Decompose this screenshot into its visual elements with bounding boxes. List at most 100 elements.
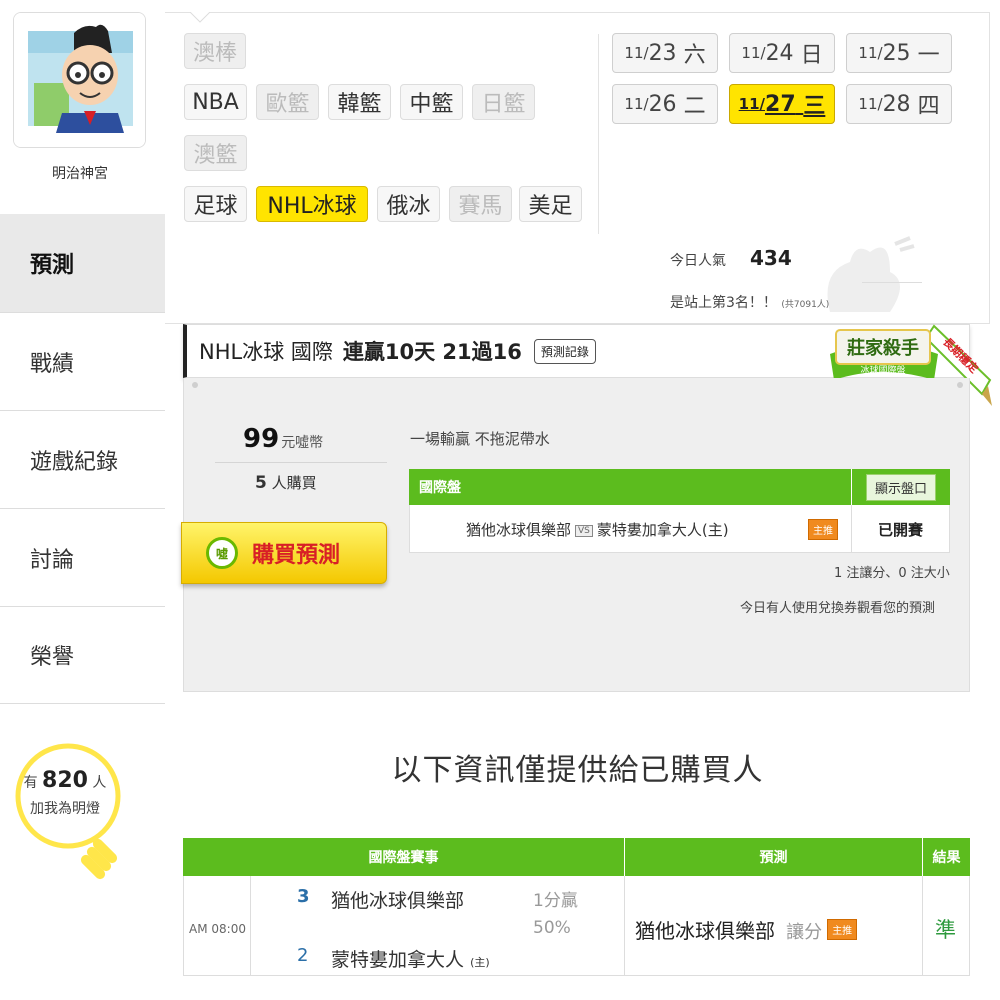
results-table: 國際盤賽事 預測 結果 AM 08:00 3 猶他冰球俱樂部 2 蒙特婁加拿大人… xyxy=(183,838,970,978)
match-status: 已開賽 xyxy=(878,521,924,539)
profile-name: 明治神宮 xyxy=(52,166,108,182)
sidebar-item-label: 預測 xyxy=(30,253,75,278)
date-weekday: 日 xyxy=(800,43,823,68)
date-month: 11/ xyxy=(741,44,766,62)
sport-soccer[interactable]: 足球 xyxy=(184,186,247,222)
date-month: 11/ xyxy=(858,95,883,113)
record-league: NHL冰球 國際 xyxy=(199,340,333,364)
sidebar-item-label: 榮譽 xyxy=(30,645,75,670)
date-1123[interactable]: 11/23 六 xyxy=(612,33,718,73)
price: 99 元噓幣 xyxy=(243,424,323,454)
date-1126[interactable]: 11/26 二 xyxy=(612,84,718,124)
panel-pointer-icon xyxy=(190,12,210,23)
buyers-label: 人購買 xyxy=(271,474,317,492)
intl-panel-title: 國際盤 xyxy=(419,480,461,496)
pin-right-icon xyxy=(957,382,963,388)
sidebar-item-discussion[interactable]: 討論 xyxy=(0,508,165,606)
boo-coin-icon: 噓 xyxy=(206,537,238,569)
price-divider xyxy=(215,462,387,463)
date-weekday: 三 xyxy=(803,94,826,119)
home-score: 2 xyxy=(297,945,309,966)
sidebar-item-predict[interactable]: 預測 xyxy=(0,214,165,312)
popularity-label: 今日人氣 xyxy=(670,253,726,269)
cell-divider xyxy=(624,876,625,976)
buy-prediction-label: 購買預測 xyxy=(252,543,341,568)
sport-jp-basketball: 日籃 xyxy=(472,84,535,120)
date-weekday: 六 xyxy=(683,43,706,68)
pick-team: 猶他冰球俱樂部 xyxy=(635,919,775,943)
results-header-result: 結果 xyxy=(923,838,970,876)
pin-left-icon xyxy=(192,382,198,388)
results-header-match: 國際盤賽事 xyxy=(183,838,624,876)
sport-cn-basketball[interactable]: 中籃 xyxy=(400,84,463,120)
home-team: 蒙特婁加拿大人(主) xyxy=(596,521,729,539)
rank-total: (共7091人) xyxy=(781,300,830,310)
cell-divider xyxy=(250,876,251,976)
date-day: 27 xyxy=(765,91,796,117)
prediction-slogan: 一場輸贏 不拖泥帶水 xyxy=(410,430,550,448)
handicap-percent: 50% xyxy=(533,918,571,938)
match-teams: 猶他冰球俱樂部 VS 蒙特婁加拿大人(主) xyxy=(466,519,729,540)
sidebar-item-honor[interactable]: 榮譽 xyxy=(0,606,165,704)
sport-american-football[interactable]: 美足 xyxy=(519,186,582,222)
intl-match-row: 猶他冰球俱樂部 VS 蒙特婁加拿大人(主) 主推 已開賽 xyxy=(409,505,950,553)
sport-eu-basketball: 歐籃 xyxy=(256,84,319,120)
date-1125[interactable]: 11/25 一 xyxy=(846,33,952,73)
popularity-divider xyxy=(862,282,922,283)
date-1127[interactable]: 11/27 三 xyxy=(729,84,835,124)
date-day: 23 xyxy=(648,40,677,66)
voucher-note: 今日有人使用兌換券觀看您的預測 xyxy=(740,601,936,616)
home-team: 蒙特婁加拿大人 xyxy=(331,949,465,971)
row-divider xyxy=(851,505,852,553)
home-team-cell: 蒙特婁加拿大人 (主) xyxy=(331,945,490,972)
buyers-number: 5 xyxy=(255,473,267,493)
main-pick-tag: 主推 xyxy=(808,519,838,540)
buy-prediction-button[interactable]: 噓 購買預測 xyxy=(181,522,387,584)
popularity-value: 434 xyxy=(750,246,792,270)
date-day: 26 xyxy=(648,91,677,117)
handicap-line: 1分贏 xyxy=(533,891,578,911)
price-unit: 元噓幣 xyxy=(281,435,324,451)
sidebar-item-label: 遊戲紀錄 xyxy=(30,449,119,475)
vs-badge: VS xyxy=(575,524,593,537)
result-mark: 準 xyxy=(935,918,956,942)
avatar-illustration xyxy=(14,13,145,147)
buyers-only-notice: 以下資訊僅提供給已購買人 xyxy=(391,753,764,788)
sport-russian-hockey[interactable]: 俄冰 xyxy=(377,186,440,222)
date-month: 11/ xyxy=(858,44,883,62)
show-odds-button[interactable]: 顯示盤口 xyxy=(851,469,950,505)
away-team: 猶他冰球俱樂部 xyxy=(466,521,572,539)
sport-kr-basketball[interactable]: 韓籃 xyxy=(328,84,391,120)
date-day: 24 xyxy=(765,40,794,66)
pick-cell: 猶他冰球俱樂部 讓分 主推 xyxy=(635,915,858,944)
date-day: 25 xyxy=(882,40,911,66)
date-1128[interactable]: 11/28 四 xyxy=(846,84,952,124)
sidebar-item-game-history[interactable]: 遊戲紀錄 xyxy=(0,410,165,508)
price-value: 99 xyxy=(243,424,280,454)
record-streak: 連贏10天 21過16 xyxy=(342,340,522,364)
date-month: 11/ xyxy=(738,95,766,113)
sidebar-item-label: 戰績 xyxy=(30,351,75,377)
sport-aus-basketball: 澳籃 xyxy=(184,135,247,171)
fans-caption: 加我為明燈 xyxy=(30,801,100,817)
sport-aus-baseball: 澳棒 xyxy=(184,33,246,69)
show-odds-label: 顯示盤口 xyxy=(865,473,936,501)
sport-nba[interactable]: NBA xyxy=(184,84,247,120)
pick-main-tag: 主推 xyxy=(827,919,858,940)
badge-main-text: 莊家殺手 xyxy=(847,337,919,359)
away-team: 猶他冰球俱樂部 xyxy=(331,890,465,912)
match-time: AM 08:00 xyxy=(189,922,246,936)
panel-divider xyxy=(598,34,599,234)
avatar[interactable] xyxy=(13,12,146,148)
sidebar-item-label: 討論 xyxy=(30,547,75,573)
sidebar: 明治神宮 預測 戰績 遊戲紀錄 討論 榮譽 有 820 人 加我為明燈 xyxy=(0,0,165,1000)
rank-text: 是站上第3名！！ xyxy=(670,295,777,311)
date-month: 11/ xyxy=(624,44,649,62)
sidebar-item-record[interactable]: 戰績 xyxy=(0,312,165,410)
buyers-count: 5 人購買 xyxy=(255,472,317,493)
date-weekday: 四 xyxy=(917,94,940,119)
date-1124[interactable]: 11/24 日 xyxy=(729,33,835,73)
sport-nhl-hockey[interactable]: NHL冰球 xyxy=(256,186,368,222)
prediction-history-button[interactable]: 預測記錄 xyxy=(533,338,596,364)
date-day: 28 xyxy=(882,91,911,117)
